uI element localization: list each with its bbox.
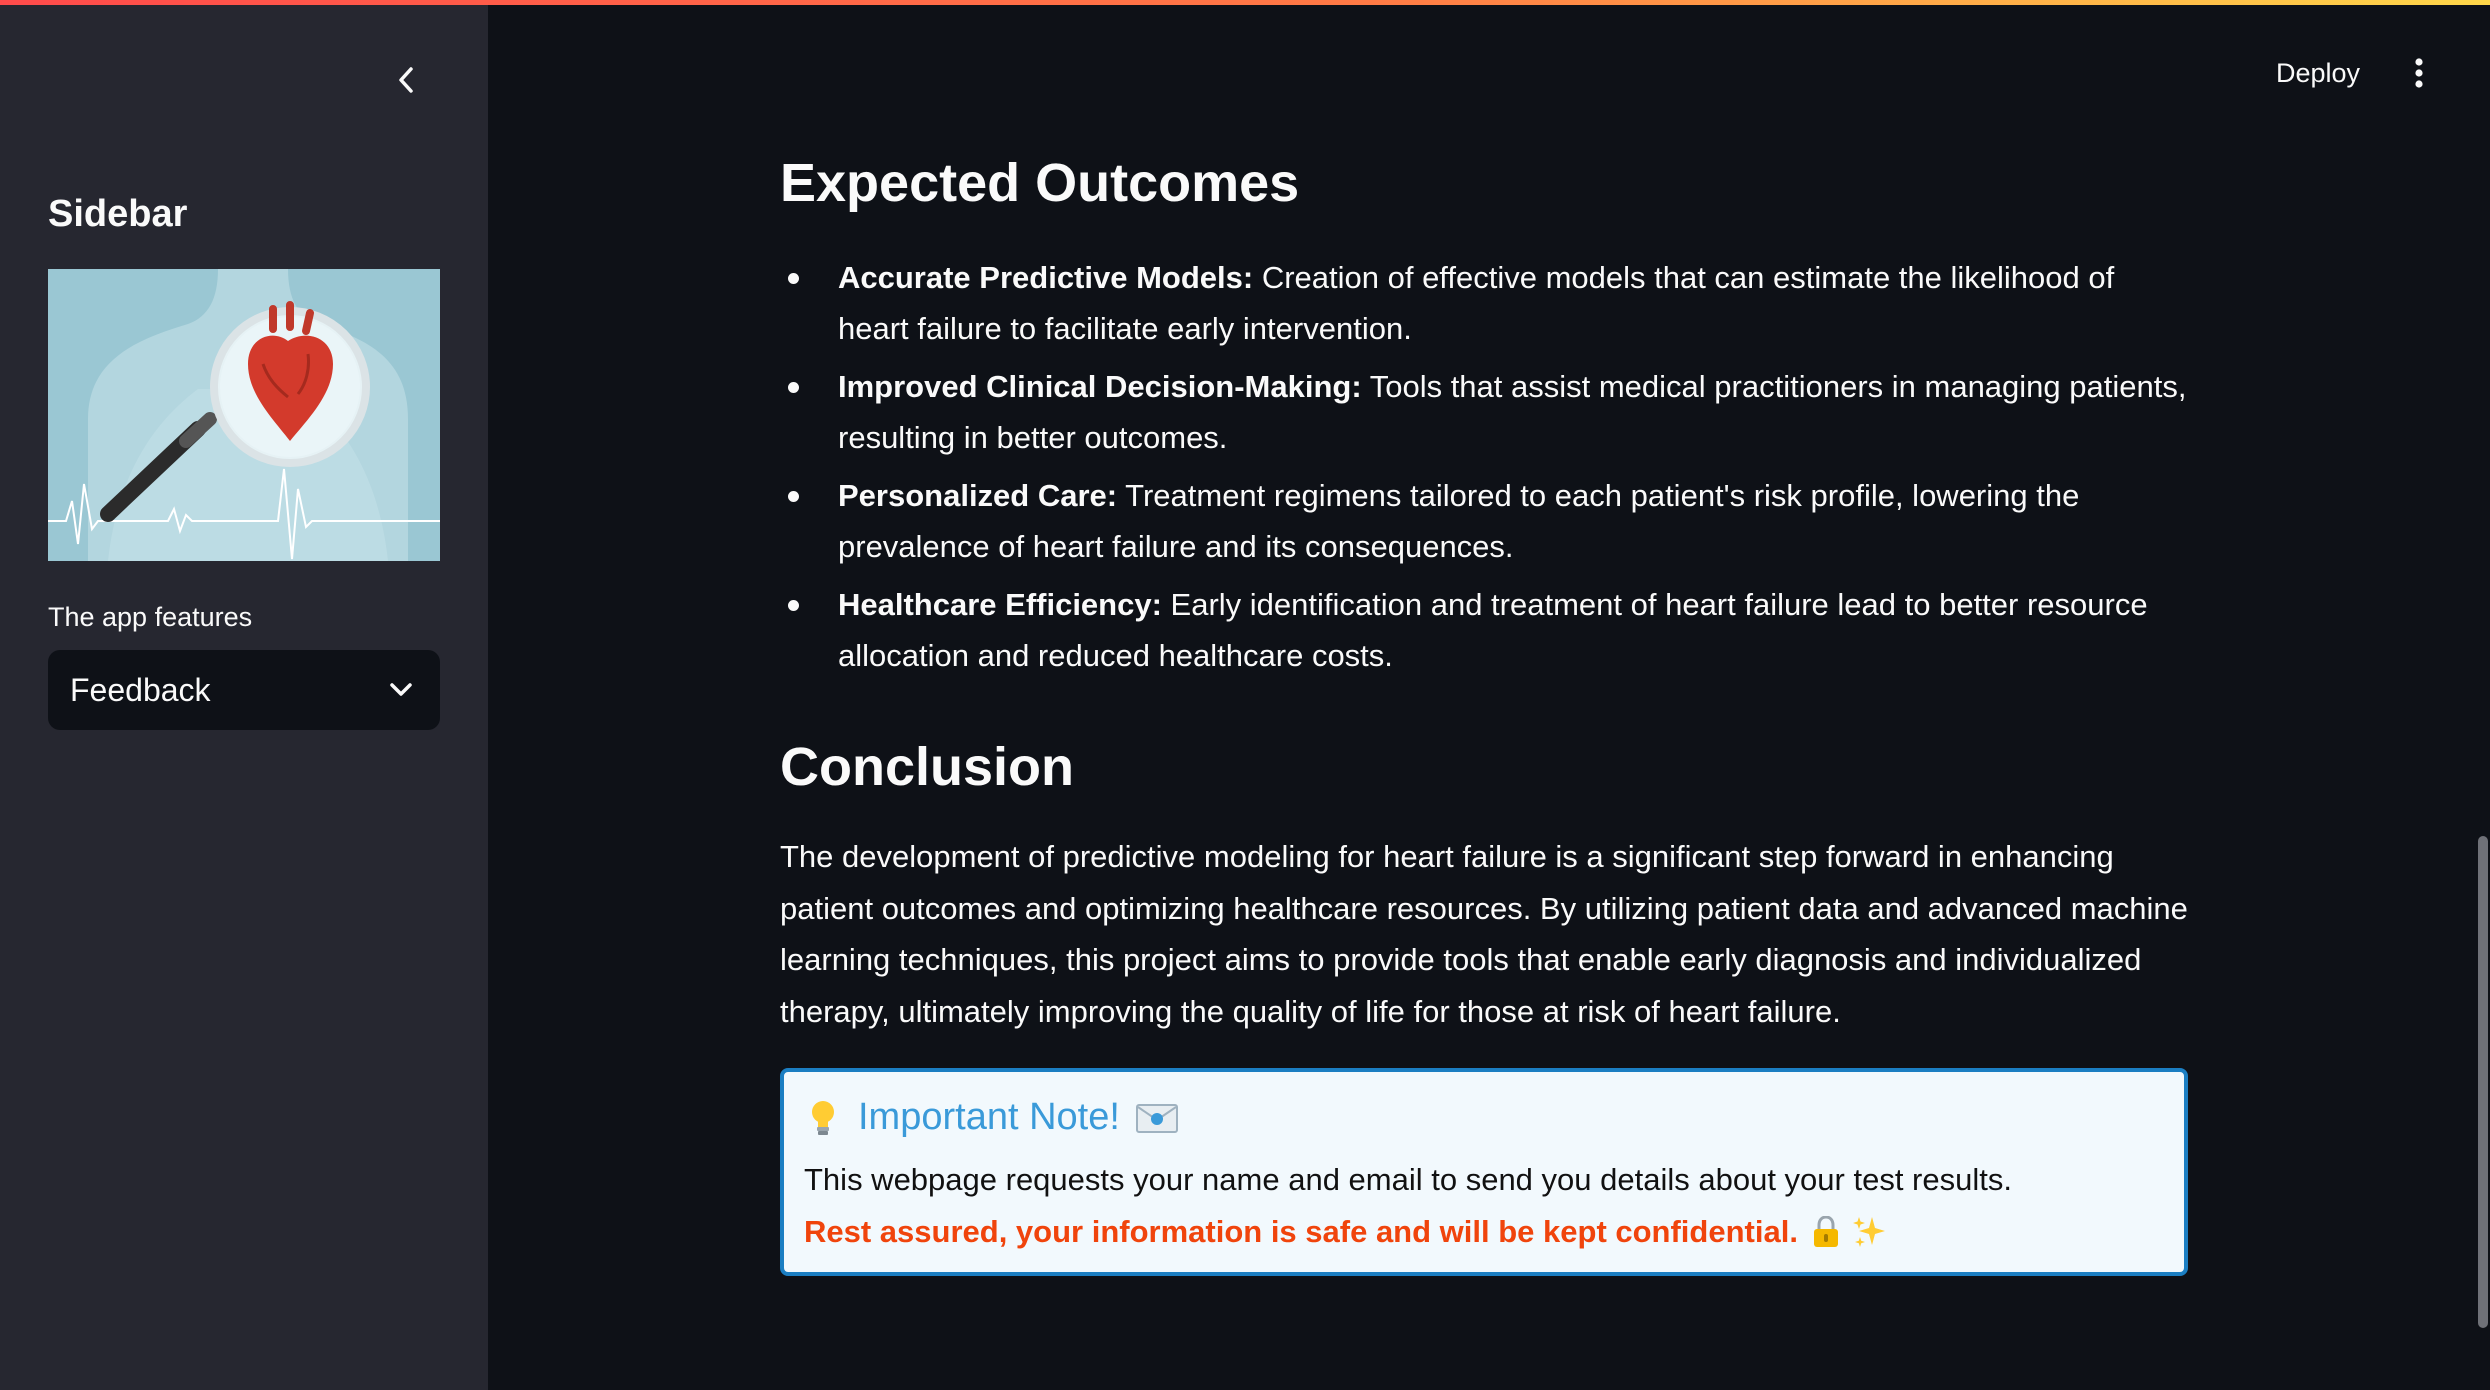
deploy-button[interactable]: Deploy: [2256, 50, 2380, 96]
main-menu-button[interactable]: [2396, 50, 2442, 96]
select-label: The app features: [48, 602, 253, 632]
envelope-icon: [1135, 1103, 1178, 1133]
outcome-title: Accurate Predictive Models:: [838, 260, 1254, 295]
page-scrollbar[interactable]: [2478, 836, 2488, 1328]
note-assurance-row: Rest assured, your information is safe a…: [804, 1214, 1886, 1250]
note-title-text: Important Note!: [858, 1096, 1120, 1138]
note-assurance-text: Rest assured, your information is safe a…: [804, 1214, 1798, 1249]
important-note-box: Important Note! This webpage requests yo…: [780, 1068, 2188, 1276]
conclusion-heading: Conclusion: [780, 737, 1074, 797]
list-item: Accurate Predictive Models: Creation of …: [780, 252, 2190, 354]
sidebar: Sidebar The app features Feedback: [0, 0, 488, 1390]
list-item: Healthcare Efficiency: Early identificat…: [780, 579, 2190, 681]
top-decoration-bar: [0, 0, 2490, 5]
lock-icon: [1813, 1216, 1838, 1247]
feature-select[interactable]: Feedback: [48, 650, 440, 730]
list-item: Improved Clinical Decision-Making: Tools…: [780, 361, 2190, 463]
collapse-sidebar-button[interactable]: [384, 58, 428, 102]
outcomes-list: Accurate Predictive Models: Creation of …: [780, 252, 2190, 688]
heart-magnifier-illustration: [48, 269, 440, 561]
chevron-down-icon: [390, 683, 412, 696]
outcome-title: Healthcare Efficiency:: [838, 587, 1162, 622]
vertical-dots-icon: [2415, 58, 2423, 88]
sparkles-icon: [1852, 1217, 1885, 1247]
expected-outcomes-heading: Expected Outcomes: [780, 153, 1300, 213]
conclusion-paragraph: The development of predictive modeling f…: [780, 839, 2188, 1029]
outcome-title: Personalized Care:: [838, 478, 1118, 513]
lightbulb-icon: [812, 1100, 834, 1135]
chevron-left-icon: [399, 67, 413, 93]
select-value: Feedback: [70, 671, 211, 708]
list-item: Personalized Care: Treatment regimens ta…: [780, 470, 2190, 572]
sidebar-title: Sidebar: [48, 193, 188, 235]
note-title-row: Important Note!: [810, 1096, 1178, 1139]
outcome-title: Improved Clinical Decision-Making:: [838, 369, 1362, 404]
note-request-text: This webpage requests your name and emai…: [804, 1162, 2012, 1197]
